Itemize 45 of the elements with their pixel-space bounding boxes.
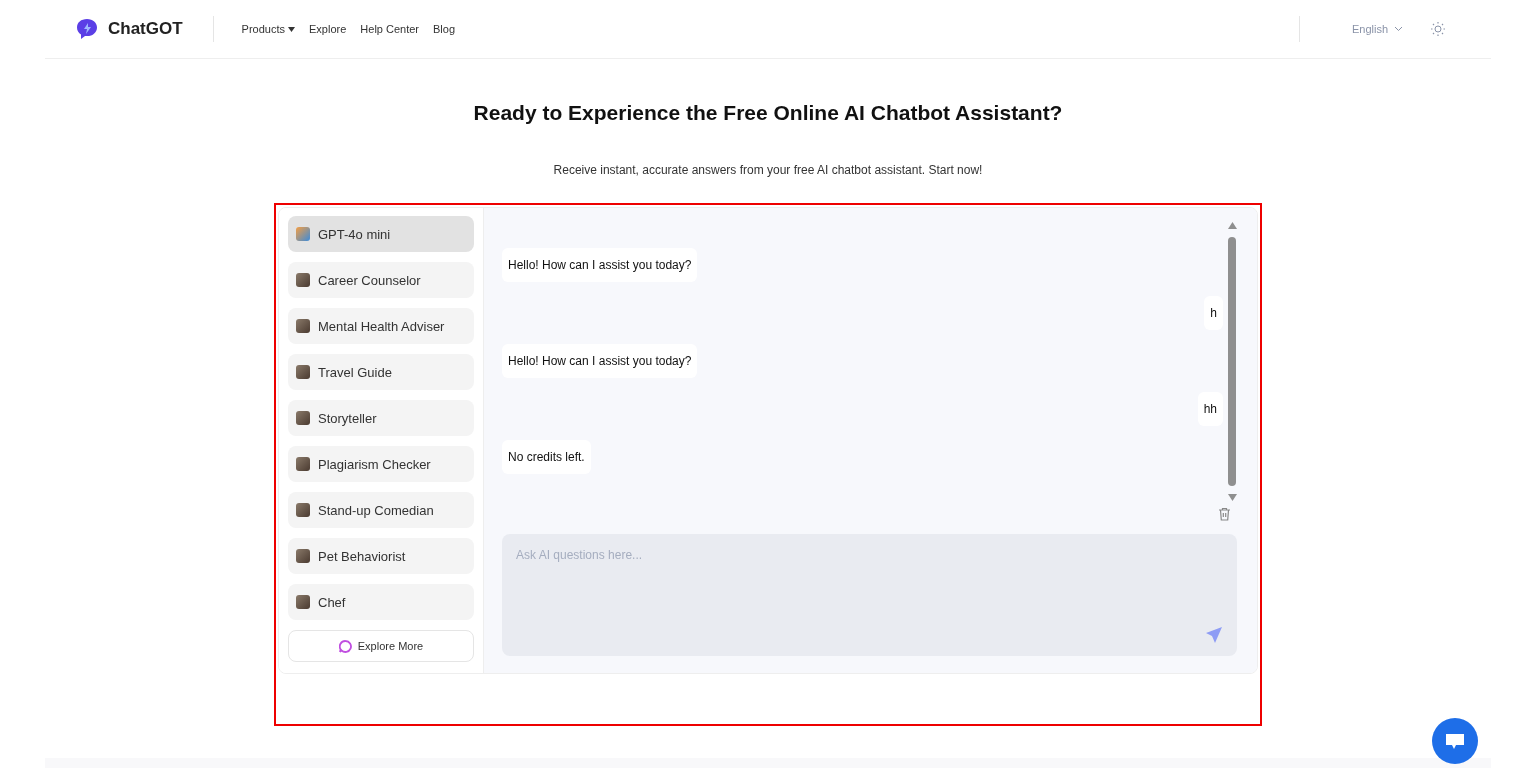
avatar-icon <box>296 365 310 379</box>
assistant-message: Hello! How can I assist you today? <box>502 248 698 282</box>
assistant-item[interactable]: GPT-4o mini <box>288 216 474 252</box>
avatar-icon <box>296 411 310 425</box>
user-message: h <box>1204 296 1223 330</box>
chat-bubble-icon <box>1445 732 1465 750</box>
page-title: Ready to Experience the Free Online AI Chatbot Assistant? <box>473 101 1063 125</box>
assistant-item[interactable]: Pet Behaviorist <box>288 538 474 574</box>
support-chat-button[interactable] <box>1432 718 1478 764</box>
assistant-message: Hello! How can I assist you today? <box>502 344 698 378</box>
avatar-icon <box>296 273 310 287</box>
brand-name: ChatGOT <box>108 19 183 39</box>
page-subtitle: Receive instant, accurate answers from your free AI chatbot assistant. Start now! <box>553 163 983 177</box>
avatar-icon <box>296 503 310 517</box>
explore-more-button[interactable]: Explore More <box>288 630 474 662</box>
scroll-down-icon <box>1227 494 1237 502</box>
send-button[interactable] <box>1205 626 1223 644</box>
sun-icon[interactable] <box>1431 22 1445 36</box>
send-icon <box>1205 626 1223 644</box>
user-message: hh <box>1197 392 1223 426</box>
trash-icon[interactable] <box>1218 507 1231 522</box>
chevron-down-icon <box>1394 26 1403 32</box>
nav-link[interactable]: Help Center <box>360 23 420 35</box>
nav-link[interactable]: Products <box>241 23 296 35</box>
assistant-item[interactable]: Plagiarism Checker <box>288 446 474 482</box>
assistant-item[interactable]: Career Counselor <box>288 262 474 298</box>
question-input-field[interactable]: Ask AI questions here... <box>502 534 1237 656</box>
chat-bubble-logo-icon <box>75 18 99 40</box>
scroll-up-icon <box>1227 222 1237 229</box>
nav-link[interactable]: Explore <box>309 23 347 35</box>
assistant-item[interactable]: Chef <box>288 584 474 620</box>
scrollbar[interactable] <box>1227 222 1237 502</box>
avatar-icon <box>296 227 310 241</box>
assistant-item[interactable]: Stand-up Comedian <box>288 492 474 528</box>
avatar-icon <box>296 319 310 333</box>
nav-link[interactable]: Blog <box>433 23 456 35</box>
assistant-item[interactable]: Travel Guide <box>288 354 474 390</box>
chat-icon <box>338 639 352 653</box>
avatar-icon <box>296 595 310 609</box>
scrollbar-thumb[interactable] <box>1228 237 1236 487</box>
assistant-message: No credits left. <box>502 440 591 474</box>
assistant-item[interactable]: Storyteller <box>288 400 474 436</box>
avatar-icon <box>296 457 310 471</box>
avatar-icon <box>296 549 310 563</box>
assistant-item[interactable]: Mental Health Adviser <box>288 308 474 344</box>
